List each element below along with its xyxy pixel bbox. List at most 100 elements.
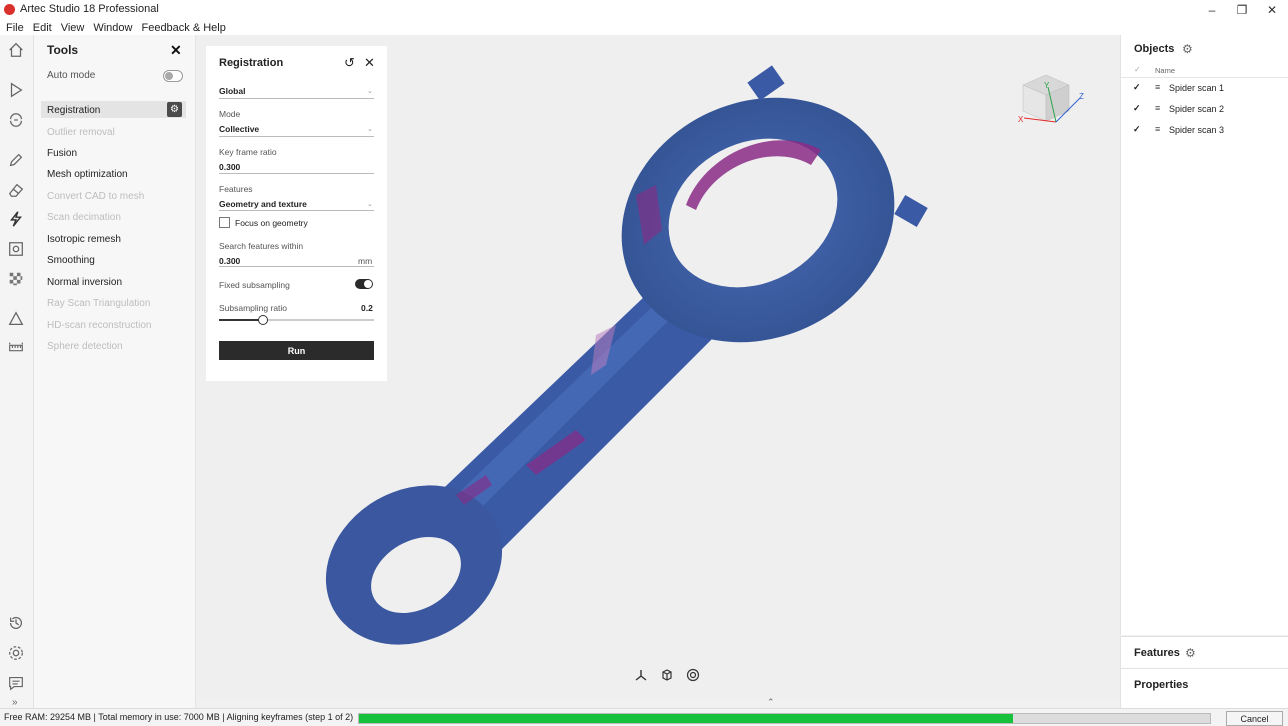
progress-fill (359, 714, 1013, 723)
close-window-button[interactable]: ✕ (1258, 2, 1286, 18)
home-icon[interactable] (6, 40, 26, 60)
subsampling-ratio-value: 0.2 (361, 303, 373, 313)
tool-sphere-detection: Sphere detection (47, 341, 123, 352)
divider (219, 266, 374, 267)
history-icon[interactable] (6, 613, 26, 633)
layers-icon: ≡ (1155, 82, 1161, 92)
divider (219, 98, 374, 99)
close-tools-icon[interactable]: ✕ (170, 42, 182, 59)
tool-normal-inversion[interactable]: Normal inversion (47, 277, 122, 288)
chevron-up-icon[interactable]: ⌃ (767, 697, 775, 708)
object-row[interactable]: ✓ ≡ Spider scan 3 (1121, 120, 1288, 141)
fixed-subsampling-toggle[interactable] (355, 279, 373, 289)
checker-icon[interactable] (6, 269, 26, 289)
registration-panel: Registration ↺ ✕ Global ⌄ Mode Collectiv… (206, 46, 387, 381)
view-cube[interactable]: X Y Z (1018, 74, 1084, 124)
properties-panel[interactable]: Properties (1120, 668, 1288, 709)
object-name: Spider scan 2 (1169, 104, 1225, 114)
progress-bar (358, 713, 1211, 724)
tools-panel: Tools ✕ Auto mode ⚙ Registration Outlier… (34, 35, 196, 708)
object-row[interactable]: ✓ ≡ Spider scan 1 (1121, 78, 1288, 99)
subsampling-ratio-label: Subsampling ratio (219, 303, 288, 313)
menu-bar: File Edit View Window Feedback & Help (0, 20, 1288, 35)
ruler-icon[interactable] (6, 338, 26, 358)
auto-mode-label: Auto mode (47, 70, 96, 81)
tool-registration[interactable]: Registration (47, 105, 100, 116)
key-frame-ratio-input[interactable]: 0.300 (219, 162, 240, 172)
properties-title: Properties (1134, 679, 1189, 691)
divider (219, 173, 374, 174)
features-gear-icon[interactable]: ⚙ (1185, 646, 1196, 660)
menu-window[interactable]: Window (93, 22, 132, 34)
eraser-icon[interactable] (6, 180, 26, 200)
tool-fusion[interactable]: Fusion (47, 148, 77, 159)
axis-y-label: Y (1044, 81, 1050, 90)
features-label: Features (219, 184, 253, 194)
objects-header: ✓ Name (1121, 63, 1288, 78)
reset-icon[interactable]: ↺ (344, 55, 355, 71)
objects-panel: Objects ⚙ ✓ Name ✓ ≡ Spider scan 1 ✓ ≡ S… (1120, 35, 1288, 635)
divider (219, 136, 374, 137)
check-icon[interactable]: ✓ (1133, 124, 1141, 135)
side-icon-bar (0, 35, 34, 708)
features-title: Features (1134, 647, 1180, 659)
title-bar: Artec Studio 18 Professional – ❐ ✕ (0, 0, 1288, 20)
axis-z-label: Z (1079, 92, 1084, 101)
layers-icon: ≡ (1155, 103, 1161, 113)
menu-feedback-help[interactable]: Feedback & Help (141, 22, 225, 34)
registration-settings-icon[interactable]: ⚙ (167, 102, 182, 117)
menu-edit[interactable]: Edit (33, 22, 52, 34)
run-button[interactable]: Run (219, 341, 374, 360)
axes-icon[interactable] (632, 666, 649, 683)
status-text: Free RAM: 29254 MB | Total memory in use… (4, 712, 354, 722)
registration-type-dropdown[interactable]: Global (219, 86, 245, 96)
subsampling-slider-thumb[interactable] (258, 315, 269, 325)
chat-icon[interactable] (6, 673, 26, 693)
close-registration-icon[interactable]: ✕ (364, 55, 375, 71)
menu-file[interactable]: File (6, 22, 24, 34)
edit-icon[interactable] (6, 150, 26, 170)
scan-icon[interactable] (6, 110, 26, 130)
measure-icon[interactable] (6, 309, 26, 329)
check-icon[interactable]: ✓ (1133, 82, 1141, 93)
minimize-button[interactable]: – (1198, 2, 1226, 18)
features-dropdown[interactable]: Geometry and texture (219, 199, 307, 209)
registration-title: Registration (219, 57, 284, 69)
restore-button[interactable]: ❐ (1228, 2, 1256, 18)
object-name: Spider scan 1 (1169, 83, 1225, 93)
target-icon[interactable] (684, 666, 701, 683)
features-panel[interactable]: Features ⚙ (1120, 636, 1288, 669)
tool-mesh-optimization[interactable]: Mesh optimization (47, 169, 128, 180)
search-features-input[interactable]: 0.300 (219, 256, 240, 266)
tool-isotropic-remesh[interactable]: Isotropic remesh (47, 234, 121, 245)
app-logo-icon (4, 4, 15, 15)
check-icon[interactable]: ✓ (1133, 103, 1141, 114)
cube-icon[interactable] (658, 666, 675, 683)
search-features-label: Search features within (219, 241, 304, 251)
object-name: Spider scan 3 (1169, 125, 1225, 135)
objects-gear-icon[interactable]: ⚙ (1182, 42, 1193, 56)
subsampling-slider-fill (219, 319, 263, 321)
focus-geometry-checkbox[interactable] (219, 217, 230, 228)
select-all-check-icon[interactable]: ✓ (1134, 65, 1141, 74)
subsampling-slider-track[interactable] (219, 319, 374, 321)
tools-icon[interactable] (6, 209, 26, 229)
texture-icon[interactable] (6, 239, 26, 259)
window-title: Artec Studio 18 Professional (20, 3, 159, 15)
name-column-header: Name (1155, 66, 1176, 75)
expand-panel-icon[interactable]: » (12, 697, 18, 708)
axis-x-label: X (1018, 115, 1024, 124)
cancel-button[interactable]: Cancel (1226, 711, 1283, 726)
mode-dropdown[interactable]: Collective (219, 124, 259, 134)
viewport-toolbar (632, 666, 708, 683)
tool-smoothing[interactable]: Smoothing (47, 255, 95, 266)
focus-geometry-label: Focus on geometry (235, 218, 308, 228)
play-icon[interactable] (6, 80, 26, 100)
settings-icon[interactable] (6, 643, 26, 663)
divider (219, 210, 374, 211)
tools-title: Tools (47, 43, 79, 57)
object-row[interactable]: ✓ ≡ Spider scan 2 (1121, 99, 1288, 120)
auto-mode-toggle[interactable] (163, 70, 183, 82)
menu-view[interactable]: View (61, 22, 85, 34)
chevron-down-icon: ⌄ (367, 201, 373, 208)
